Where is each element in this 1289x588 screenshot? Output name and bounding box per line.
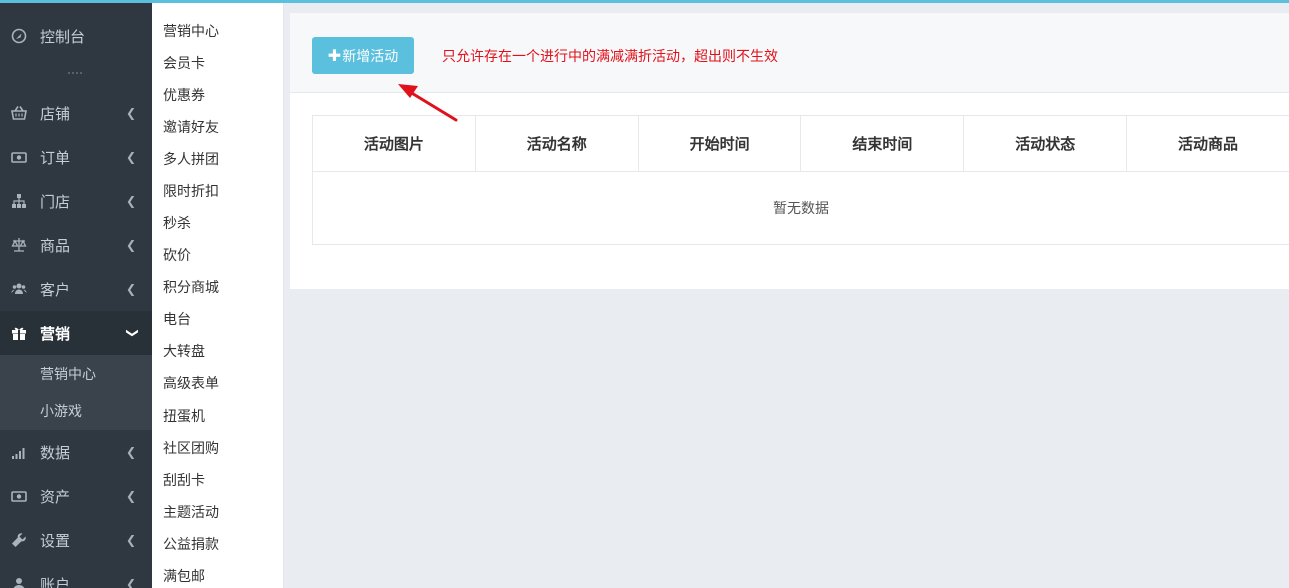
activity-table: 活动图片 活动名称 开始时间 结束时间 活动状态 活动商品 暂无数据	[312, 115, 1289, 245]
submenu-item[interactable]: 主题活动	[163, 501, 219, 523]
chevron-left-icon: ❮	[125, 577, 136, 588]
sidebar-subitem-label: 营销中心	[40, 365, 96, 382]
sidebar-subitem-marketing-center[interactable]: 营销中心	[20, 355, 152, 392]
sidebar-subitem-label: 小游戏	[40, 402, 82, 419]
sidebar-item-account[interactable]: 账户 ❮	[0, 562, 152, 588]
sidebar-item-label: 账户	[40, 576, 71, 588]
submenu-item[interactable]: 刮刮卡	[163, 469, 205, 491]
sidebar-item-assets[interactable]: 资产 ❮	[0, 474, 152, 518]
submenu-item[interactable]: 积分商城	[163, 276, 219, 298]
chevron-left-icon: ❮	[125, 445, 136, 459]
submenu-item[interactable]: 砍价	[163, 244, 191, 266]
sidebar-item-shops[interactable]: 门店 ❮	[0, 179, 152, 223]
chevron-down-icon: ❮	[123, 327, 138, 339]
chevron-left-icon: ❮	[125, 489, 136, 503]
column-header: 活动状态	[964, 116, 1128, 171]
sidebar-item-store[interactable]: 店铺 ❮	[0, 91, 152, 135]
sidebar-item-label: 门店	[40, 193, 71, 211]
column-header: 活动商品	[1178, 136, 1239, 153]
sidebar-item-customers[interactable]: 客户 ❮	[0, 267, 152, 311]
column-header: 开始时间	[639, 116, 802, 171]
add-activity-button[interactable]: ✚ 新增活动	[312, 37, 414, 74]
user-icon	[10, 575, 28, 588]
marketing-secondary-menu: 营销中心 会员卡 优惠券 邀请好友 多人拼团 限时折扣 秒杀 砍价 积分商城 电…	[152, 3, 284, 588]
annotation-arrow-icon	[398, 84, 458, 122]
basket-icon	[10, 104, 28, 122]
sidebar-item-label: 商品	[40, 237, 71, 255]
submenu-item[interactable]: 大转盘	[163, 340, 205, 362]
content-panel: ✚ 新增活动 只允许存在一个进行中的满减满折活动，超出则不生效 活动图片 活动名…	[290, 13, 1289, 289]
sidebar-item-products[interactable]: 商品 ❮	[0, 223, 152, 267]
main-sidebar: 控制台 店铺 ❮ 订单 ❮ 门店 ❮ 商品 ❮ 客户 ❮ 营销 ❮ 营销中心 小…	[0, 3, 152, 588]
sidebar-item-label: 营销	[40, 325, 71, 343]
money-icon	[10, 487, 28, 505]
sitemap-icon	[10, 192, 28, 210]
submenu-item[interactable]: 优惠券	[163, 84, 205, 106]
submenu-item[interactable]: 邀请好友	[163, 116, 219, 138]
sidebar-item-label: 数据	[40, 444, 71, 462]
sidebar-item-data[interactable]: 数据 ❮	[0, 430, 152, 474]
sidebar-item-orders[interactable]: 订单 ❮	[0, 135, 152, 179]
submenu-item[interactable]: 多人拼团	[163, 148, 219, 170]
gift-icon	[10, 324, 28, 342]
submenu-item[interactable]: 社区团购	[163, 437, 219, 459]
users-icon	[10, 280, 28, 298]
submenu-item[interactable]: 营销中心	[163, 20, 219, 42]
submenu-item[interactable]: 扭蛋机	[163, 405, 205, 427]
submenu-item[interactable]: 高级表单	[163, 372, 219, 394]
collapse-dots[interactable]	[68, 72, 82, 75]
chevron-left-icon: ❮	[125, 106, 136, 120]
chevron-left-icon: ❮	[125, 238, 136, 252]
add-activity-label: 新增活动	[342, 47, 399, 64]
chevron-left-icon: ❮	[125, 533, 136, 547]
chevron-left-icon: ❮	[125, 194, 136, 208]
sidebar-item-label: 设置	[40, 532, 71, 550]
submenu-item[interactable]: 满包邮	[163, 565, 205, 587]
signal-icon	[10, 443, 28, 461]
submenu-item[interactable]: 电台	[163, 308, 191, 330]
activity-notice: 只允许存在一个进行中的满减满折活动，超出则不生效	[442, 48, 778, 64]
sidebar-item-label: 控制台	[40, 28, 86, 46]
empty-state: 暂无数据	[773, 200, 829, 216]
plus-icon: ✚	[327, 47, 342, 65]
sidebar-item-dashboard[interactable]: 控制台	[0, 14, 152, 58]
column-header: 结束时间	[801, 116, 965, 171]
wrench-icon	[10, 531, 28, 549]
sidebar-item-label: 资产	[40, 488, 71, 506]
money-icon	[10, 148, 28, 166]
submenu-item[interactable]: 公益捐款	[163, 533, 219, 555]
sidebar-item-label: 客户	[40, 281, 71, 299]
sidebar-item-settings[interactable]: 设置 ❮	[0, 518, 152, 562]
sidebar-item-label: 订单	[40, 149, 71, 167]
sidebar-subitem-mini-games[interactable]: 小游戏	[20, 392, 152, 429]
submenu-item[interactable]: 限时折扣	[163, 180, 219, 202]
chevron-left-icon: ❮	[125, 150, 136, 164]
column-header: 活动名称	[476, 116, 639, 171]
sidebar-item-marketing[interactable]: 营销 ❮	[0, 311, 152, 355]
submenu-item[interactable]: 秒杀	[163, 212, 191, 234]
submenu-item[interactable]: 会员卡	[163, 52, 205, 74]
balance-scale-icon	[10, 236, 28, 254]
dashboard-icon	[10, 27, 28, 45]
chevron-left-icon: ❮	[125, 282, 136, 296]
sidebar-item-label: 店铺	[40, 105, 71, 123]
